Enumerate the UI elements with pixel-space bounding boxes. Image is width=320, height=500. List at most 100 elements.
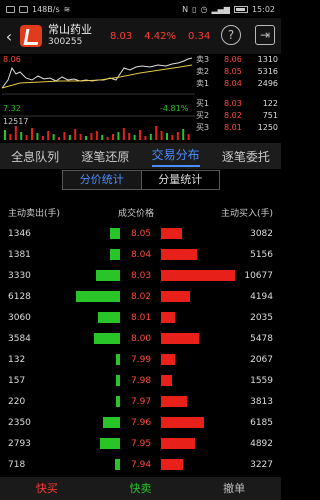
trade-price: 7.98: [131, 376, 152, 386]
sell-volume: 6128: [8, 292, 31, 302]
volume-bar: [139, 130, 141, 140]
column-headers: 主动卖出(手) 成交价格 主动买入(手): [0, 206, 281, 222]
buy-bar: [161, 333, 199, 344]
table-row: 157 7.98 1559: [0, 371, 281, 392]
trade-price: 7.95: [131, 439, 152, 449]
buy-volume: 2035: [250, 313, 273, 323]
vibrate-icon: ▯: [192, 4, 197, 14]
volume-bar: [68, 135, 71, 140]
order-book-label: 卖1: [196, 79, 209, 88]
back-icon[interactable]: ‹: [0, 27, 18, 46]
quick-sell-button[interactable]: 快卖: [94, 477, 188, 500]
quote: 8.03 4.42% 0.34: [110, 31, 210, 42]
order-book-price: 8.04: [224, 79, 242, 88]
order-book-label: 卖2: [196, 67, 209, 76]
help-icon[interactable]: ?: [221, 25, 241, 45]
tab-tick-replay[interactable]: 逐笔还原: [81, 148, 129, 165]
sell-volume: 3584: [8, 334, 31, 344]
table-row: 3330 8.03 10677: [0, 266, 281, 287]
tab-trade-distribution[interactable]: 交易分布: [151, 146, 200, 167]
volume-bar: [106, 137, 109, 140]
sell-bar: [103, 417, 120, 428]
sell-bar: [116, 375, 120, 386]
order-book-vol: 2496: [258, 79, 278, 88]
volume-bars: [4, 126, 190, 140]
chart-low: 7.32: [3, 104, 21, 113]
buy-bar: [161, 291, 190, 302]
table-row: 3060 8.01 2035: [0, 308, 281, 329]
tab-full-queue[interactable]: 全息队列: [11, 148, 59, 165]
order-book-label: 买3: [196, 123, 209, 132]
volume-bar: [31, 128, 33, 140]
volume-bar: [95, 131, 98, 140]
buy-volume: 5156: [250, 250, 273, 260]
chart-high: 8.06: [3, 55, 21, 64]
buy-bar: [161, 417, 204, 428]
volume-bar: [63, 132, 66, 140]
network-speed: 148B/s: [32, 4, 60, 14]
order-book-label: 买2: [196, 111, 209, 120]
buy-bar: [161, 270, 235, 281]
buy-bar: [161, 459, 183, 470]
order-book: 卖3 8.06 1310 卖2 8.05 5316 卖1 8.04 2496 买1 8.03 122 买…: [196, 55, 278, 132]
table-row: 1346 8.05 3082: [0, 224, 281, 245]
trade-price: 7.96: [131, 418, 152, 428]
volume-bar: [58, 137, 60, 140]
order-book-vol: 751: [263, 111, 278, 120]
sell-bar: [94, 333, 120, 344]
volume-bar: [149, 134, 152, 140]
quick-buy-button[interactable]: 快买: [0, 477, 94, 500]
buy-bar: [161, 312, 175, 323]
volume-bar: [122, 128, 125, 140]
app-logo: [20, 25, 42, 47]
volume-bar: [41, 136, 44, 140]
sell-volume: 2793: [8, 439, 31, 449]
volume-bar: [36, 133, 39, 140]
trade-price: 7.99: [131, 355, 152, 365]
sell-volume: 1381: [8, 250, 31, 260]
volume-bar: [14, 126, 17, 140]
price-stats-button[interactable]: 分价统计: [63, 171, 142, 189]
volume-bar: [171, 135, 174, 140]
app-icon: [19, 5, 28, 13]
cancel-order-button[interactable]: 撤单: [187, 477, 281, 500]
notification-icon: [6, 5, 15, 13]
sell-volume: 220: [8, 397, 26, 407]
sell-bar: [110, 228, 120, 239]
tab-tick-orders[interactable]: 逐笔委托: [222, 148, 270, 165]
sell-bar: [76, 291, 120, 302]
buy-volume: 2067: [250, 355, 273, 365]
distribution-table: 1346 8.05 3082 1381 8.04 5156 3330 8.03 10677 612…: [0, 224, 281, 497]
table-row: 2350 7.96 6185: [0, 413, 281, 434]
signal-icon: ▂▄▆: [211, 4, 230, 14]
volume-stats-button[interactable]: 分量统计: [142, 171, 220, 189]
order-book-label: 卖3: [196, 55, 209, 64]
battery-icon: [233, 5, 248, 13]
buy-volume: 6185: [250, 418, 273, 428]
sell-bar: [116, 396, 120, 407]
volume-bar: [176, 132, 179, 140]
order-book-vol: 122: [263, 99, 278, 108]
sell-header: 主动卖出(手): [8, 209, 61, 219]
volume-bar: [117, 132, 120, 140]
buy-bar: [161, 228, 182, 239]
table-row: 220 7.97 3813: [0, 392, 281, 413]
volume-bar: [20, 132, 23, 140]
chart-volume: 12517: [3, 117, 28, 126]
volume-bar: [9, 134, 12, 140]
sell-volume: 132: [8, 355, 26, 365]
sell-bar: [98, 312, 120, 323]
stock-code: 300255: [48, 37, 83, 47]
bottom-bar: 快买 快卖 撤单: [0, 477, 281, 500]
volume-bar: [187, 134, 190, 140]
volume-bar: [90, 133, 93, 140]
volume-bar: [133, 135, 136, 140]
order-book-price: 8.03: [224, 99, 242, 108]
intraday-chart[interactable]: 8.06 7.32 -4.81% 12517 卖3 8.06 1310 卖2 8.05 5…: [0, 54, 281, 142]
order-book-vol: 1310: [258, 55, 278, 64]
exit-icon[interactable]: ⇥: [255, 25, 275, 45]
buy-bar: [161, 438, 195, 449]
sell-bar: [100, 438, 120, 449]
sell-bar: [115, 459, 120, 470]
table-row: 2793 7.95 4892: [0, 434, 281, 455]
